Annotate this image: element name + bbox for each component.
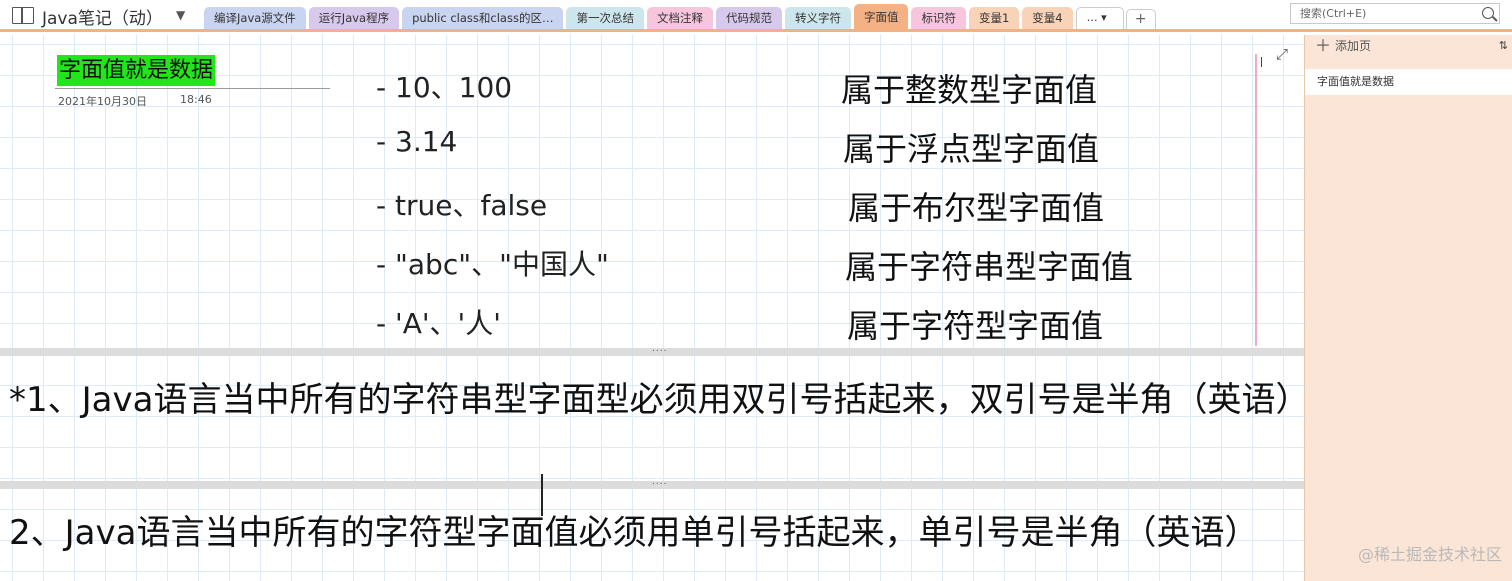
add-page-button[interactable]: ＋添加页 <box>1305 35 1512 61</box>
search-icon[interactable] <box>1482 7 1494 19</box>
container-handle[interactable] <box>1261 57 1262 67</box>
tab-escape-chars[interactable]: 转义字符 <box>784 7 851 29</box>
notebook-title[interactable]: Java笔记（动） <box>42 4 163 29</box>
drag-handle[interactable]: .... <box>652 344 667 354</box>
literal-category[interactable]: 属于整数型字面值 <box>841 65 1097 111</box>
literal-example[interactable]: - 3.14 <box>376 125 457 158</box>
add-section-button[interactable]: + <box>1125 9 1156 29</box>
top-bar: Java笔记（动） ▼ 编译Java源文件 运行Java程序 public cl… <box>0 0 1512 32</box>
sort-icon[interactable]: ⇅ <box>1499 39 1508 52</box>
plus-icon: ＋ <box>1315 36 1332 55</box>
page-canvas[interactable]: 字面值就是数据 2021年10月30日 18:46 ⤢ - 10、100 属于整… <box>0 35 1304 581</box>
tab-compile-source[interactable]: 编译Java源文件 <box>204 7 306 29</box>
literal-example[interactable]: - "abc"、"中国人" <box>376 243 609 283</box>
more-tabs-button[interactable]: … ▾ <box>1075 7 1124 29</box>
container-divider[interactable]: .... <box>0 344 1304 356</box>
section-tabs: 编译Java源文件 运行Java程序 public class和class的区…… <box>204 4 1156 29</box>
page-list-item[interactable]: 字面值就是数据 <box>1305 69 1512 95</box>
container-divider[interactable]: .... <box>0 477 1304 489</box>
note-paragraph-1[interactable]: *1、Java语言当中所有的字符串型字面型必须用双引号括起来，双引号是半角（英语… <box>9 372 1304 421</box>
page-time: 18:46 <box>180 93 212 106</box>
chevron-down-icon[interactable]: ▼ <box>176 8 185 22</box>
search-input[interactable]: 搜索(Ctrl+E) <box>1290 3 1500 24</box>
drag-handle[interactable]: .... <box>652 477 667 487</box>
tab-run-program[interactable]: 运行Java程序 <box>308 7 400 29</box>
tab-variable-1[interactable]: 变量1 <box>968 7 1020 29</box>
tab-variable-4[interactable]: 变量4 <box>1022 7 1073 29</box>
watermark: @稀土掘金技术社区 <box>1357 545 1502 564</box>
note-paragraph-2[interactable]: 2、Java语言当中所有的字符型字面值必须用单引号括起来，单引号是半角（英语） <box>9 505 1258 554</box>
text-cursor <box>541 474 543 516</box>
page-title[interactable]: 字面值就是数据 <box>57 55 216 86</box>
tab-doc-comment[interactable]: 文档注释 <box>646 7 713 29</box>
literal-category[interactable]: 属于布尔型字面值 <box>848 183 1104 229</box>
container-edge <box>1255 54 1257 346</box>
literal-example[interactable]: - 10、100 <box>376 66 512 106</box>
title-divider <box>55 88 330 89</box>
literal-category[interactable]: 属于字符串型字面值 <box>845 242 1133 288</box>
tab-public-class[interactable]: public class和class的区… <box>402 7 564 29</box>
literal-example[interactable]: - 'A'、'人' <box>376 302 501 342</box>
literal-example[interactable]: - true、false <box>376 184 547 224</box>
tab-identifiers[interactable]: 标识符 <box>911 7 966 29</box>
tab-literals[interactable]: 字面值 <box>853 4 909 29</box>
literal-category[interactable]: 属于浮点型字面值 <box>843 124 1099 170</box>
tab-code-style[interactable]: 代码规范 <box>715 7 782 29</box>
add-page-label: 添加页 <box>1335 39 1372 53</box>
page-list-pane: ＋添加页 ⇅ 字面值就是数据 @稀土掘金技术社区 <box>1304 35 1512 581</box>
search-placeholder: 搜索(Ctrl+E) <box>1300 7 1367 20</box>
literal-category[interactable]: 属于字符型字面值 <box>847 301 1103 347</box>
page-date: 2021年10月30日 <box>58 95 147 108</box>
notebook-icon[interactable] <box>12 7 34 24</box>
tab-first-summary[interactable]: 第一次总结 <box>566 7 644 29</box>
expand-icon[interactable]: ⤢ <box>1276 45 1288 63</box>
